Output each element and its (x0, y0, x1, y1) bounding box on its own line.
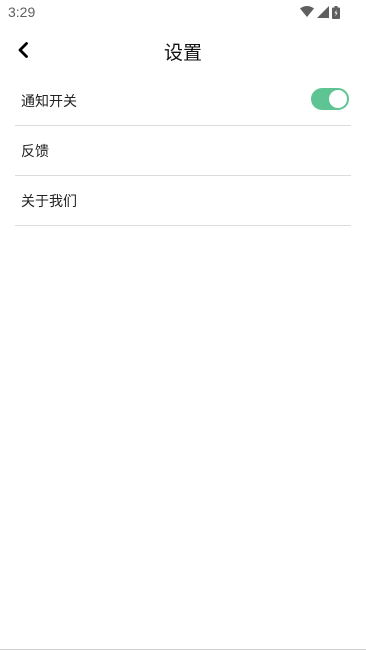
signal-icon (317, 6, 329, 18)
settings-item-label: 反馈 (21, 144, 49, 160)
bottom-divider (0, 649, 366, 650)
settings-item-notifications: 通知开关 (15, 76, 351, 126)
status-time: 3:29 (8, 4, 36, 20)
settings-list: 通知开关 反馈 关于我们 (15, 76, 351, 226)
status-bar: 3:29 (0, 0, 366, 24)
status-icons (300, 4, 340, 20)
settings-item-about[interactable]: 关于我们 (15, 176, 351, 226)
app-header: 设置 (0, 26, 366, 76)
settings-item-feedback[interactable]: 反馈 (15, 126, 351, 176)
toggle-knob (329, 90, 347, 108)
settings-item-label: 关于我们 (21, 194, 77, 210)
notification-toggle[interactable] (311, 88, 349, 110)
settings-item-label: 通知开关 (21, 94, 77, 110)
page-title: 设置 (163, 42, 202, 64)
wifi-icon (300, 6, 314, 17)
battery-icon (332, 5, 340, 19)
